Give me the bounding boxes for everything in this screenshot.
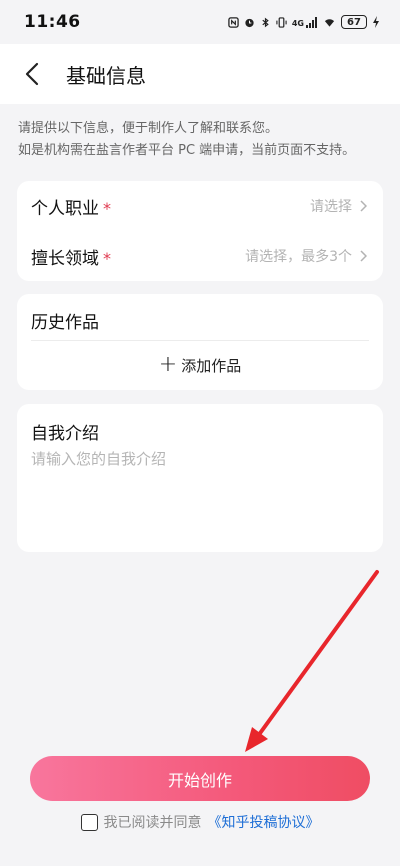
self-intro-input[interactable] <box>31 448 367 538</box>
status-bar: 11:46 4G 67 <box>0 0 400 44</box>
divider <box>31 340 369 341</box>
chevron-left-icon <box>25 62 39 86</box>
expertise-label-wrap: 擅长领域 * <box>31 244 111 269</box>
required-mark: * <box>103 198 111 218</box>
agreement-row: 我已阅读并同意 《知乎投稿协议》 <box>0 812 400 832</box>
status-time: 11:46 <box>24 12 81 32</box>
chevron-right-icon <box>360 200 367 212</box>
nfc-icon <box>228 16 239 28</box>
occupation-field[interactable]: 个人职业 * 请选择 <box>17 181 383 231</box>
required-mark: * <box>103 248 111 268</box>
agreement-link[interactable]: 《知乎投稿协议》 <box>208 812 320 832</box>
status-icons: 4G 67 <box>228 15 380 29</box>
expertise-label: 擅长领域 <box>31 248 99 269</box>
wifi-icon <box>324 18 335 27</box>
bluetooth-icon <box>262 17 269 27</box>
page-title: 基础信息 <box>66 63 146 88</box>
vibrate-icon <box>276 16 287 28</box>
add-work-button[interactable]: + 添加作品 <box>17 350 383 380</box>
occupation-selector: 请选择 <box>310 196 367 216</box>
intro-line-1: 请提供以下信息，便于制作人了解和联系您。 <box>18 121 279 136</box>
alarm-icon <box>245 18 254 27</box>
chevron-right-icon <box>360 250 367 262</box>
start-creating-button[interactable]: 开始创作 <box>30 756 370 801</box>
add-work-label: 添加作品 <box>181 356 242 375</box>
expertise-field[interactable]: 擅长领域 * 请选择，最多3个 <box>17 231 383 281</box>
self-intro-title: 自我介绍 <box>31 424 99 444</box>
required-fields-card: 个人职业 * 请选择 擅长领域 * 请选择，最多3个 <box>17 181 383 281</box>
expertise-placeholder: 请选择，最多3个 <box>245 249 352 265</box>
self-intro-card: 自我介绍 <box>17 404 383 552</box>
nav-bar: 基础信息 <box>0 44 400 104</box>
plus-icon: + <box>158 352 178 377</box>
agree-text: 我已阅读并同意 <box>103 815 202 831</box>
expertise-selector: 请选择，最多3个 <box>245 246 367 266</box>
signal-4g-icon: 4G <box>291 16 318 28</box>
occupation-label: 个人职业 <box>31 198 99 219</box>
occupation-placeholder: 请选择 <box>310 199 352 215</box>
history-title: 历史作品 <box>31 313 99 333</box>
charging-icon <box>373 16 379 28</box>
battery-indicator: 67 <box>341 15 367 29</box>
intro-line-2: 如是机构需在盐言作者平台 PC 端申请，当前页面不支持。 <box>18 143 356 158</box>
occupation-label-wrap: 个人职业 * <box>31 194 111 219</box>
back-button[interactable] <box>0 44 64 104</box>
history-works-card: 历史作品 + 添加作品 <box>17 294 383 390</box>
intro-text: 请提供以下信息，便于制作人了解和联系您。 如是机构需在盐言作者平台 PC 端申请… <box>18 118 386 162</box>
network-label: 4G <box>291 18 304 28</box>
agree-checkbox[interactable] <box>80 813 98 831</box>
